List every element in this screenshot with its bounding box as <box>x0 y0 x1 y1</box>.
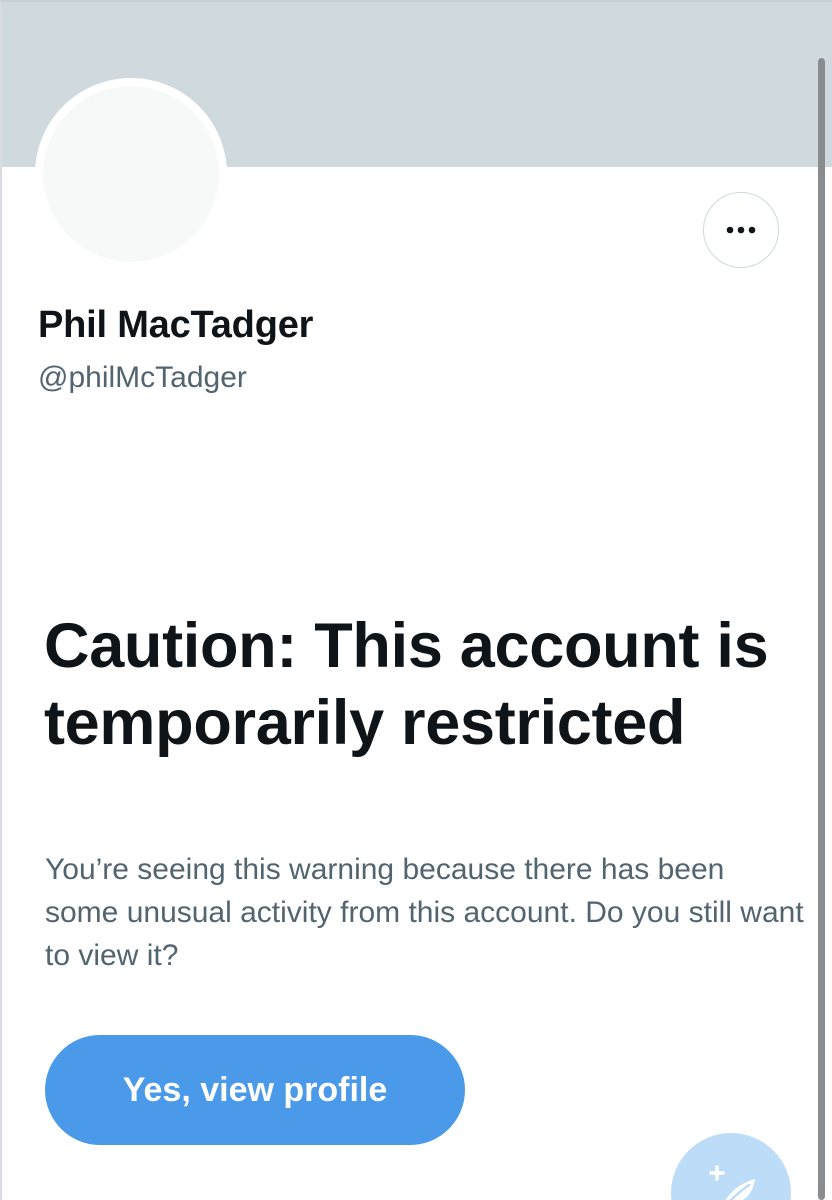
scrollbar[interactable] <box>818 58 825 1200</box>
display-name: Phil MacTadger <box>38 304 314 346</box>
ellipsis-icon <box>726 226 756 234</box>
more-options-button[interactable] <box>703 192 779 268</box>
compose-plus-feather-icon <box>709 1165 755 1200</box>
view-profile-button[interactable]: Yes, view profile <box>45 1035 465 1145</box>
warning-description: You’re seeing this warning because there… <box>45 853 804 972</box>
warning-title: Caution: This account is temporarily res… <box>44 611 769 758</box>
page-edge <box>0 0 2 1200</box>
compose-post-button[interactable] <box>671 1133 791 1200</box>
profile-page: Phil MacTadger @philMcTadger Caution: Th… <box>0 0 832 1200</box>
user-handle: @philMcTadger <box>38 361 247 394</box>
page-top-edge <box>0 0 832 2</box>
avatar-placeholder <box>43 86 219 262</box>
avatar[interactable] <box>35 78 227 270</box>
